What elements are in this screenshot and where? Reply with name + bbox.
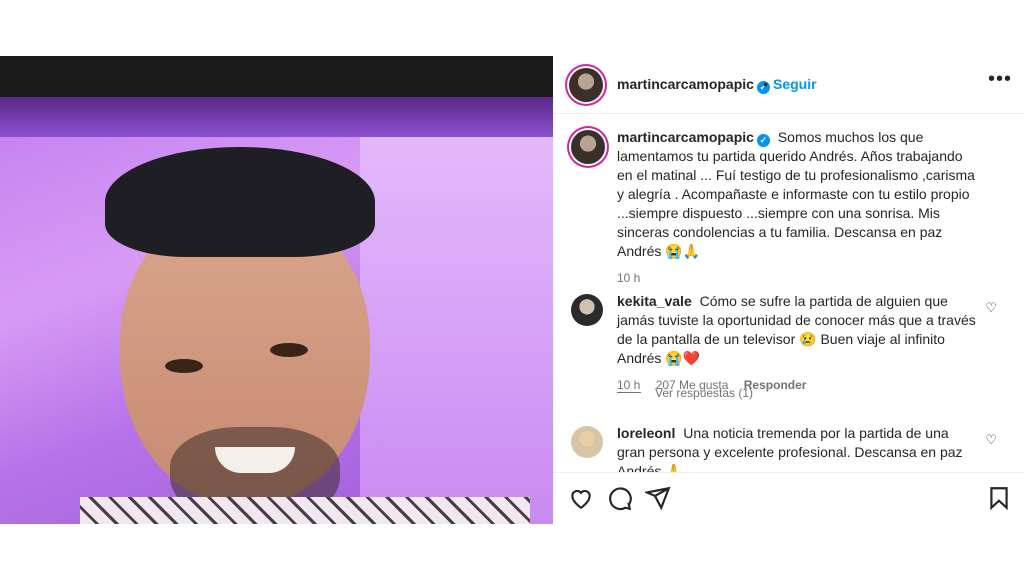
caption-username[interactable]: martincarcamopapic ✓	[617, 129, 770, 147]
more-options-icon[interactable]: •••	[988, 68, 1012, 91]
author-avatar[interactable]	[569, 68, 603, 102]
caption-avatar[interactable]	[571, 130, 605, 164]
author-username[interactable]: martincarcamopapic ✓	[617, 76, 770, 94]
comment-body: loreleonl Una noticia tremenda por la pa…	[617, 424, 977, 472]
follow-button[interactable]: Seguir	[773, 76, 817, 92]
post-caption: martincarcamopapic ✓ Somos muchos los que…	[571, 128, 1001, 285]
photo-eye-right	[270, 343, 308, 357]
caption-meta: 10 h	[617, 269, 977, 288]
photo-shirt	[80, 497, 530, 524]
comment-icon[interactable]	[607, 485, 633, 511]
view-replies-button[interactable]: Ver respuestas (1)	[617, 386, 753, 400]
photo-hair	[105, 147, 375, 257]
heart-icon[interactable]	[568, 485, 594, 511]
photo-eye-left	[165, 359, 203, 373]
post-header: martincarcamopapic ✓ • Seguir •••	[553, 56, 1024, 114]
comment-like-heart-icon[interactable]: ♡	[985, 432, 997, 448]
comment-like-heart-icon[interactable]: ♡	[985, 300, 997, 316]
caption-text: Somos muchos los que lamentamos tu parti…	[617, 129, 975, 259]
comment-avatar[interactable]	[571, 426, 603, 458]
photo-studio-lights	[0, 97, 553, 137]
media-top-bar	[0, 56, 553, 97]
comment-body: kekita_vale Cómo se sufre la partida de …	[617, 292, 977, 395]
caption-body: martincarcamopapic ✓ Somos muchos los que…	[617, 128, 977, 288]
comment-item: loreleonl Una noticia tremenda por la pa…	[571, 424, 1001, 472]
reply-button[interactable]: Responder	[744, 378, 807, 392]
photo-background-panel	[360, 137, 553, 524]
share-icon[interactable]	[645, 485, 671, 511]
comment-username[interactable]: loreleonl	[617, 425, 675, 441]
comment-username[interactable]: kekita_vale	[617, 293, 692, 309]
post-photo[interactable]	[0, 97, 553, 524]
post-actions	[553, 472, 1024, 525]
caption-time[interactable]: 10 h	[617, 271, 640, 285]
replies-line	[617, 392, 641, 393]
post-media	[0, 56, 553, 524]
comment-avatar[interactable]	[571, 294, 603, 326]
header-separator: •	[763, 76, 768, 92]
bookmark-icon[interactable]	[986, 485, 1012, 511]
verified-badge-icon: ✓	[756, 134, 770, 147]
post-sidebar: martincarcamopapic ✓ • Seguir ••• martinc…	[553, 56, 1024, 524]
instagram-post: martincarcamopapic ✓ • Seguir ••• martinc…	[0, 56, 1024, 524]
comments-list[interactable]: martincarcamopapic ✓ Somos muchos los que…	[553, 114, 1024, 472]
